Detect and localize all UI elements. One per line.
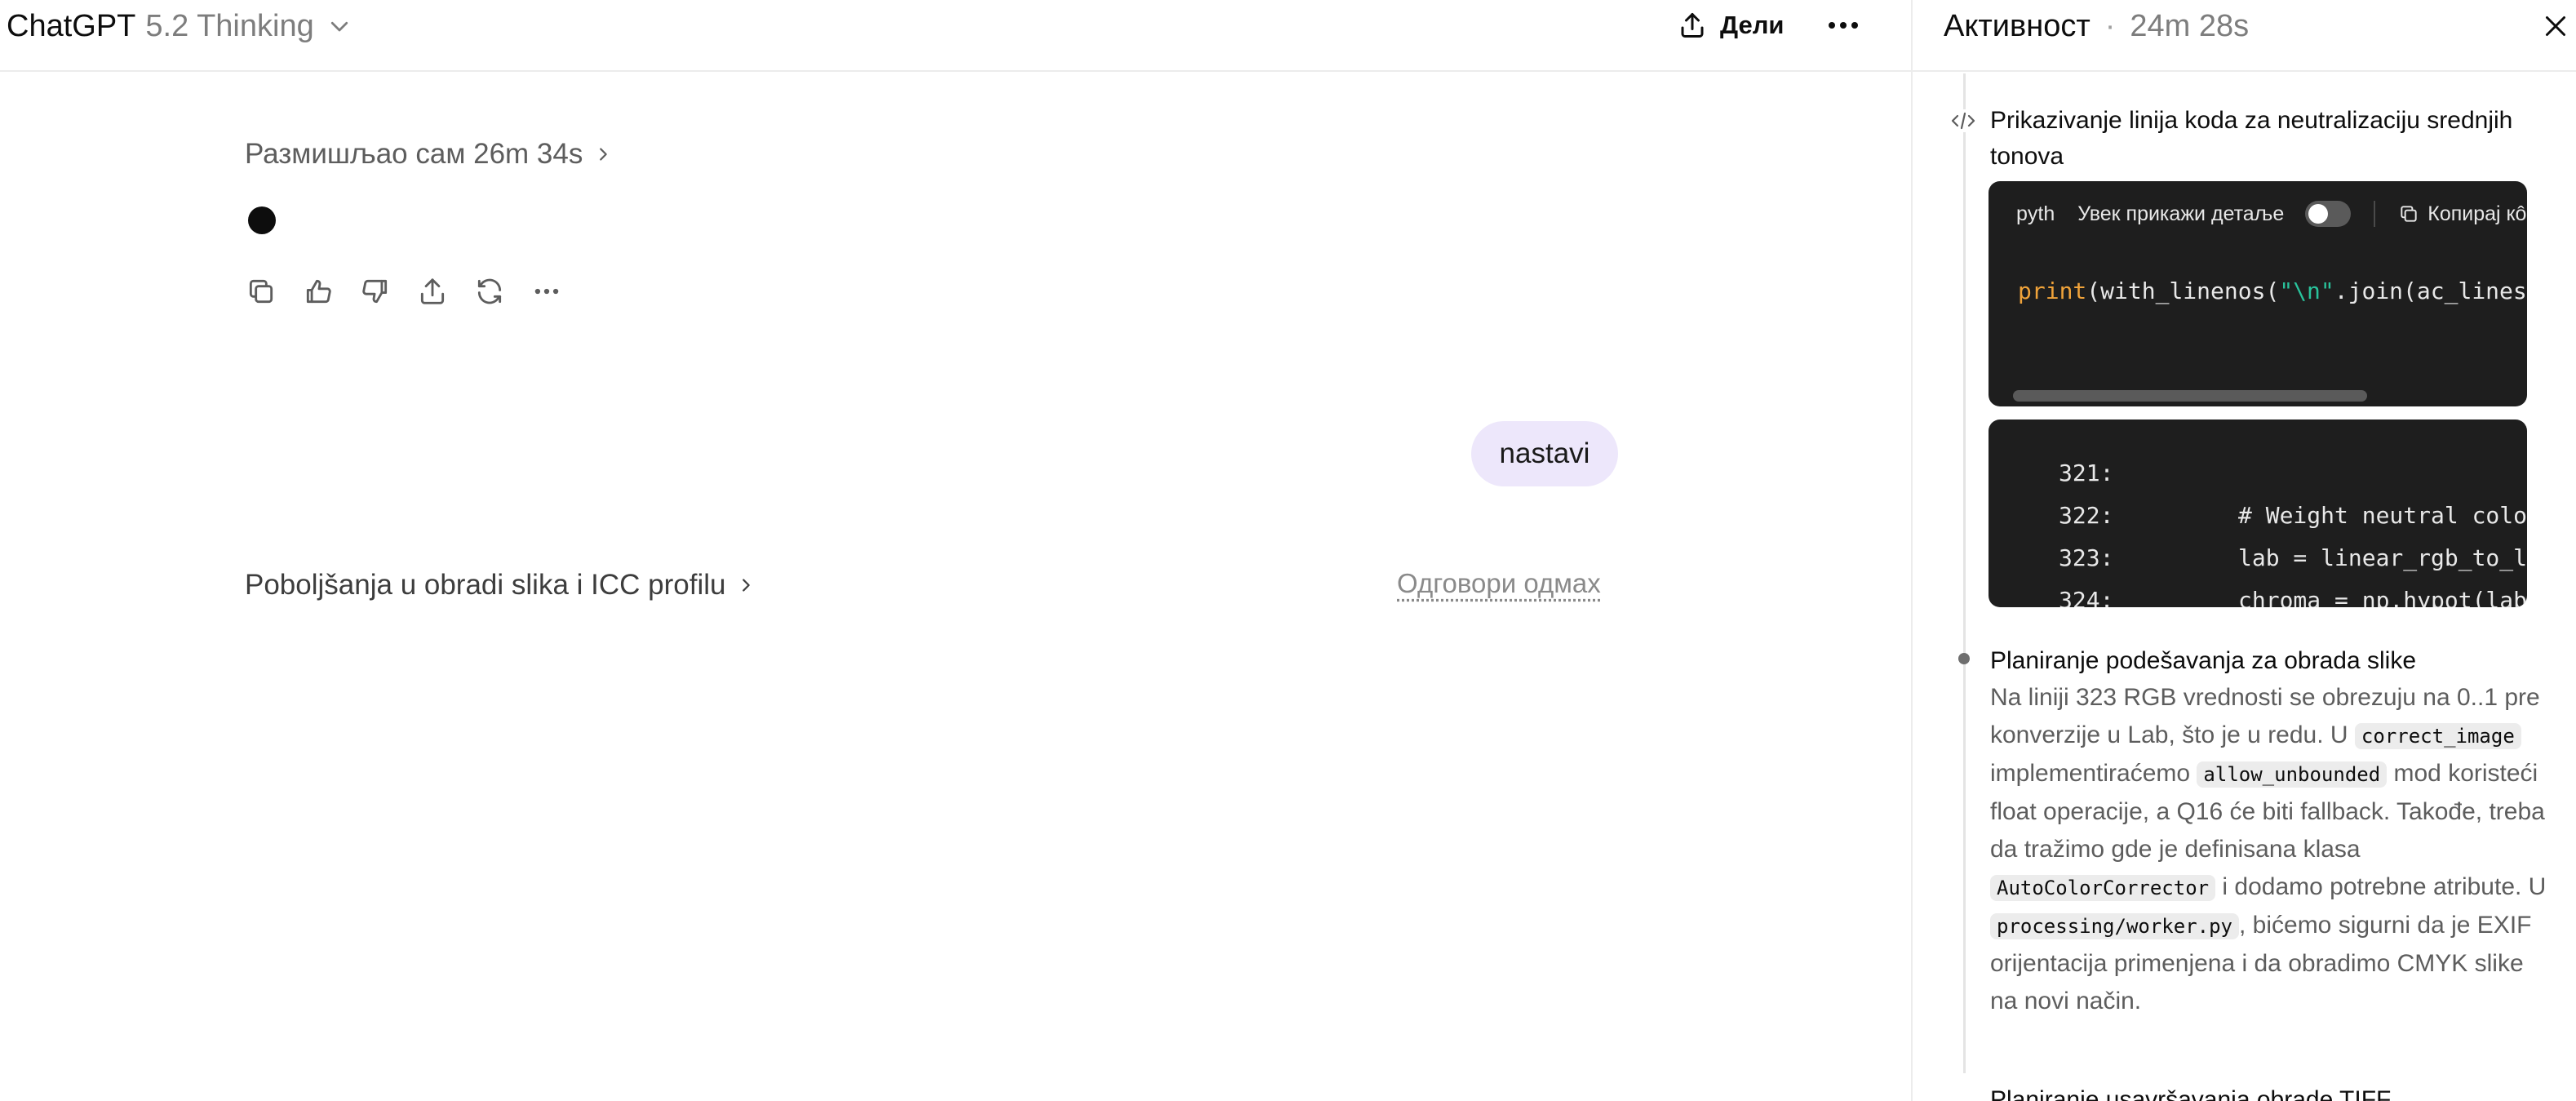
title-separator: · [2104,8,2116,43]
streaming-indicator [248,206,276,234]
body-text: implementiraćemo [1990,760,2197,787]
code-language: pyth [2016,202,2055,225]
message-more-button[interactable] [530,275,563,308]
share-message-button[interactable] [416,275,449,308]
numbered-output: 321: 322: # Weight neutral color 323: lab … [1989,452,2527,607]
step-bullet [1958,653,1970,664]
code-block: pyth Увек прикажи детаље Копирај кô prin… [1989,181,2527,406]
code-output-block: 321: 322: # Weight neutral color 323: lab … [1989,420,2527,607]
answer-now-button[interactable]: Одговори одмах [1397,568,1601,606]
inline-code: correct_image [2354,723,2521,749]
share-label: Дели [1720,11,1785,39]
share-icon [1681,13,1704,38]
thought-summary-link[interactable]: Размишљао сам 26m 34s [245,135,612,173]
share-button[interactable]: Дели [1678,7,1784,44]
output-row: 322: # Weight neutral color [1989,495,2527,537]
code-token-string: "\n" [2279,277,2334,304]
activity-header: Активност · 24m 28s [1913,0,2576,72]
line-source: chroma = np.hypot(lab[ [2238,587,2527,607]
output-row: 323: lab = linear_rgb_to_la [1989,537,2527,579]
thumbs-down-button[interactable] [359,275,392,308]
thumbs-down-icon [362,279,388,304]
more-options-button[interactable] [1823,10,1864,41]
thought-label: Размишљао сам 26m 34s [245,138,583,170]
chevron-right-icon [743,579,751,592]
step-title: Planiranje usavršavanja obrade TIFF [1990,1086,2392,1101]
line-number: 323: [2059,544,2114,571]
refresh-icon [477,278,502,304]
close-icon [2546,16,2565,36]
share-icon [420,278,445,304]
code-toolbar: pyth Увек прикажи детаље Копирај кô [1989,181,2527,246]
thumbs-up-button[interactable] [302,275,335,308]
chat-pane: ChatGPT 5.2 Thinking Дели Размишљао сам … [0,0,1911,1101]
activity-duration: 24m 28s [2130,8,2250,43]
code-icon [1949,109,1978,132]
code-token: (with_linenos( [2086,277,2280,304]
show-details-toggle[interactable] [2305,201,2352,227]
suggestion-label: Poboljšanja u obradi slika i ICC profilu [245,569,726,601]
toggle-label: Увек прикажи детаље [2077,202,2285,225]
more-horizontal-icon [534,288,559,295]
output-row: 321: [1989,452,2527,495]
step-title: Planiranje podešavanja za obrada slike [1990,647,2417,674]
code-token-function: print [2018,277,2087,304]
step-title: Prikazivanje linija koda za neutralizaci… [1990,107,2513,170]
user-message-text: nastavi [1499,437,1590,469]
line-number: 322: [2059,502,2114,529]
model-name: 5.2 Thinking [145,8,314,43]
activity-title: Активност [1944,8,2091,43]
chevron-down-icon [330,21,348,32]
top-bar: ChatGPT 5.2 Thinking Дели [0,0,1911,72]
app-name: ChatGPT [7,8,136,43]
more-horizontal-icon [1829,22,1858,29]
copy-code-label: Копирај кô [2427,202,2527,225]
message-actions [245,273,563,310]
toolbar-divider [2374,201,2376,227]
code-line: print(with_linenos("\n".join(ac_lines[ [2018,277,2527,304]
chevron-right-icon [600,148,608,161]
inline-code: AutoColorCorrector [1990,875,2216,901]
close-activity-button[interactable] [2538,8,2574,44]
copy-icon [2401,206,2417,222]
output-row: 324: chroma = np.hypot(lab[ [1989,579,2527,607]
line-number: 324: [2059,587,2114,607]
copy-button[interactable] [245,275,277,308]
activity-title-group: Активност · 24m 28s [1944,5,2249,47]
copy-code-button[interactable]: Копирај кô [2398,202,2526,226]
regenerate-button[interactable] [473,275,506,308]
code-token: .join(ac_lines[ [2334,277,2527,304]
horizontal-scrollbar[interactable] [2013,390,2367,402]
inline-code: allow_unbounded [2197,761,2388,788]
user-message-bubble: nastavi [1471,421,1618,486]
body-text: i dodamo potrebne atribute. U [2215,873,2547,900]
thumbs-up-icon [306,279,331,304]
step-description: Na liniji 323 RGB vrednosti se obrezuju … [1990,679,2553,1020]
line-source: # Weight neutral color [2238,502,2527,529]
model-switcher[interactable]: ChatGPT 5.2 Thinking [7,5,352,47]
activity-panel: Активност · 24m 28s Prikazivanje linija … [1911,0,2576,1101]
suggestion-link[interactable]: Poboljšanja u obradi slika i ICC profilu [245,565,755,606]
timeline-line [1963,73,1966,1073]
line-source: lab = linear_rgb_to_la [2238,544,2527,571]
line-number: 321: [2059,459,2114,486]
copy-icon [249,279,273,304]
toggle-knob [2308,204,2329,224]
inline-code: processing/worker.py [1990,913,2239,939]
